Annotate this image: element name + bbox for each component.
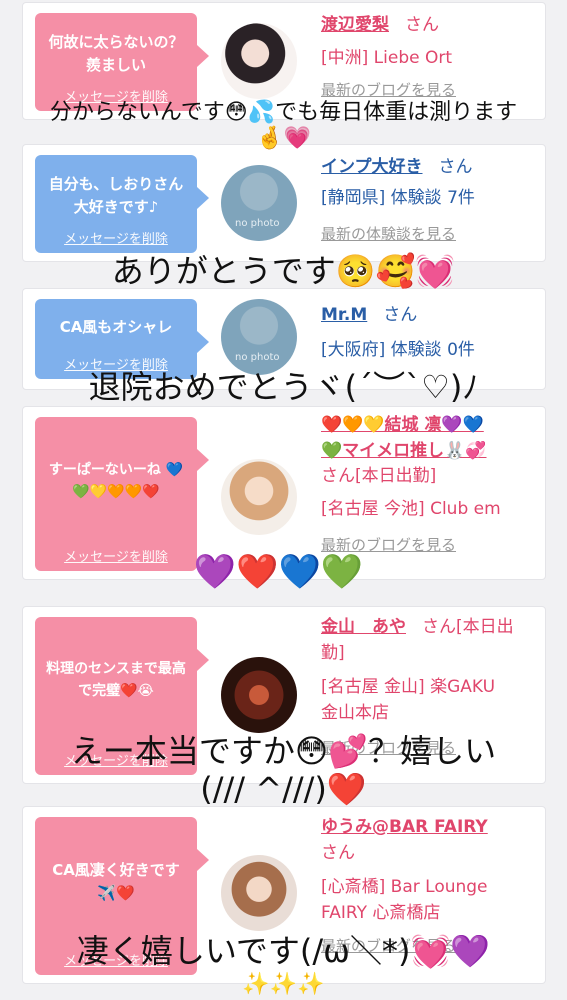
message-text: 自分も、しおりさん大好きです♪ — [48, 174, 184, 216]
user-name-link[interactable]: ❤️🧡💛結城 凛💜💙 — [321, 413, 535, 439]
message-text: 何故に太らないの？羨ましい — [48, 32, 184, 74]
user-info: 渡辺愛梨 さん [中洲] Liebe Ort 最新のブログを見る — [321, 11, 535, 100]
message-bubble: 自分も、しおりさん大好きです♪ メッセージを削除 — [35, 155, 209, 253]
no-photo-label: no photo — [235, 218, 280, 229]
overlay-emoji: 💜❤️💙💚 — [193, 552, 364, 592]
user-info: Mr.M さん [大阪府] 体験談 0件 — [321, 301, 535, 363]
message-bubble: すーぱーないーね 💙💚💛🧡🧡❤️ メッセージを削除 — [35, 417, 209, 571]
user-info: インプ大好き さん [静岡県] 体験談 7件 最新の体験談を見る — [321, 153, 535, 244]
shop-link[interactable]: [心斎橋] Bar Lounge — [321, 874, 535, 900]
avatar[interactable] — [221, 855, 297, 931]
avatar[interactable]: no photo — [221, 165, 297, 241]
honorific: さん — [405, 15, 440, 35]
user-name-link[interactable]: Mr.M — [321, 305, 367, 325]
shop-link[interactable]: [名古屋 金山] 楽GAKU — [321, 674, 535, 700]
message-text: すーぱーないーね 💙💚💛🧡🧡❤️ — [48, 462, 184, 500]
shop-link-line2[interactable]: 金山本店 — [321, 700, 535, 726]
user-name-link[interactable]: ゆうみ@BAR FAIRY — [321, 815, 535, 841]
overlay-reply-text: 分からないんです😳💦でも毎日体重は測ります — [49, 100, 518, 125]
honorific-status: さん[本日出勤] — [321, 466, 437, 486]
honorific: さん — [321, 842, 355, 863]
message-text: 料理のセンスまで最高で完璧❤️😭 — [46, 661, 186, 699]
experience-count[interactable]: [大阪府] 体験談 0件 — [321, 337, 535, 363]
user-name-link-line2[interactable]: 💚マイメロ推し🐰💞 — [321, 439, 535, 465]
overlay-reply-text: (/// ^///)❤️ — [200, 770, 367, 808]
shop-link-line2[interactable]: FAIRY 心斎橋店 — [321, 900, 535, 926]
overlay-emoji: ✨✨✨ — [242, 972, 325, 997]
shop-link[interactable]: [名古屋 今池] Club em — [321, 496, 535, 522]
avatar[interactable] — [221, 23, 297, 99]
honorific: さん — [383, 305, 418, 325]
experience-count[interactable]: [静岡県] 体験談 7件 — [321, 185, 535, 211]
overlay-reply-text: 凄く嬉しいです(/ω＼*)💓💜 — [76, 932, 491, 970]
message-text: CA風凄く好きです✈️❤️ — [52, 860, 180, 902]
overlay-reply-text: 退院おめでとうヾ(´︶`♡)ﾉ — [88, 368, 479, 406]
user-info: ❤️🧡💛結城 凛💜💙 💚マイメロ推し🐰💞 さん[本日出勤] [名古屋 今池] C… — [321, 413, 535, 555]
shop-link[interactable]: [中洲] Liebe Ort — [321, 45, 535, 71]
user-name-link[interactable]: インプ大好き — [321, 157, 423, 177]
overlay-emoji: 🤞💗 — [256, 126, 311, 151]
user-name-link[interactable]: 渡辺愛梨 — [321, 15, 389, 35]
user-name-link[interactable]: 金山 あや — [321, 617, 406, 637]
honorific: さん — [438, 157, 473, 177]
message-text: CA風もオシャレ — [59, 318, 173, 337]
avatar[interactable] — [221, 657, 297, 733]
avatar[interactable] — [221, 459, 297, 535]
message-card: 自分も、しおりさん大好きです♪ メッセージを削除 no photo インプ大好き… — [22, 144, 546, 262]
overlay-reply-text: ありがとうです🥺🥰💓 — [111, 252, 456, 290]
delete-message-link[interactable]: メッセージを削除 — [35, 228, 197, 247]
overlay-reply-text: えー本当ですか😳💕？嬉しい — [70, 732, 497, 770]
latest-review-link[interactable]: 最新の体験談を見る — [321, 223, 535, 244]
